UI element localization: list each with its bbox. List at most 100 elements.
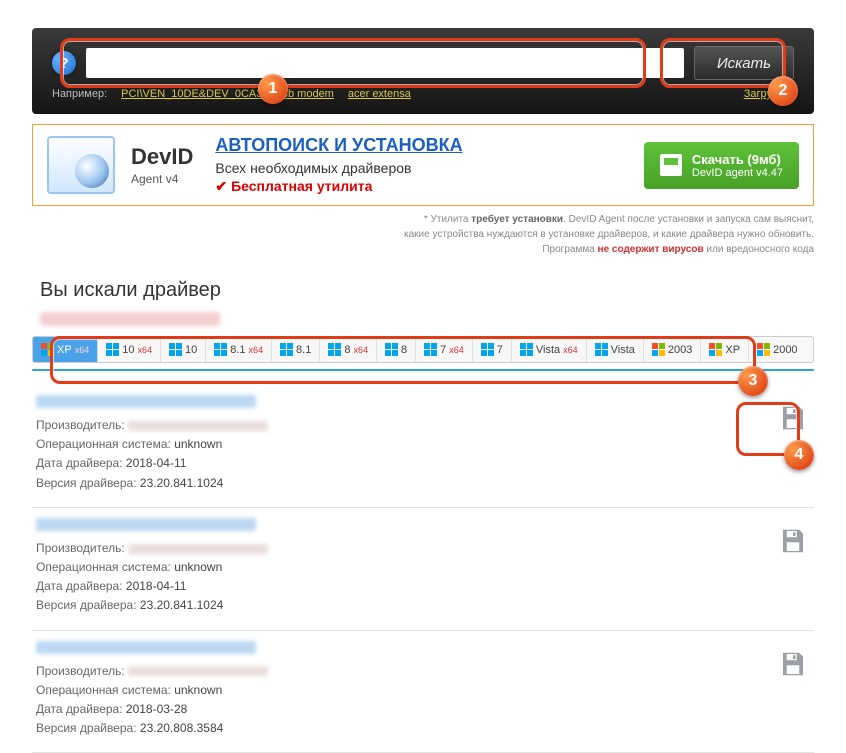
windows-icon [709, 343, 722, 356]
label-os: Операционная система: [36, 437, 171, 451]
windows-icon [757, 343, 770, 356]
label-version: Версия драйвера: [36, 721, 137, 735]
manufacturer-redacted [128, 666, 268, 676]
value-os: unknown [174, 437, 222, 451]
example-link-1[interactable]: PCI\VEN_10DE&DEV_0CA3 [121, 88, 262, 100]
search-bar: ? Искать Например: PCI\VEN_10DE&DEV_0CA3… [32, 28, 814, 114]
os-tab-label: 8 [401, 344, 407, 356]
os-tab-7-x64[interactable]: 7x64 [416, 337, 473, 362]
value-date: 2018-04-11 [126, 579, 187, 593]
autosearch-link[interactable]: АВТОПОИСК И УСТАНОВКА [215, 135, 462, 155]
x64-badge: x64 [137, 345, 152, 355]
os-tab-label: 7 [497, 344, 503, 356]
result-item: Производитель: Операционная система: unk… [32, 385, 814, 508]
os-tab-xp-x64[interactable]: XPx64 [33, 337, 98, 362]
os-tab-label: 10 [122, 344, 134, 356]
windows-icon [214, 343, 227, 356]
windows-icon [424, 343, 437, 356]
os-tab-8-x64[interactable]: 8x64 [320, 337, 377, 362]
x64-badge: x64 [353, 345, 368, 355]
os-tab-8.1[interactable]: 8.1 [272, 337, 320, 362]
promo-desc: Всех необходимых драйверов [215, 160, 462, 176]
search-query-redacted [40, 312, 220, 326]
download-size: Скачать (9мб) [692, 152, 783, 167]
promo-title: DevID [131, 144, 193, 170]
tabs-underline [32, 369, 814, 371]
promo-free: ✔Бесплатная утилита [215, 178, 462, 195]
example-label: Например: [52, 88, 107, 100]
os-tab-vista[interactable]: Vista [587, 337, 644, 362]
promo-banner: DevID Agent v4 АВТОПОИСК И УСТАНОВКА Все… [32, 124, 814, 206]
os-tab-8[interactable]: 8 [377, 337, 416, 362]
os-tab-label: 2000 [773, 344, 797, 356]
windows-icon [385, 343, 398, 356]
os-tab-10-x64[interactable]: 10x64 [98, 337, 161, 362]
x64-badge: x64 [449, 345, 464, 355]
label-os: Операционная система: [36, 683, 171, 697]
x64-badge: x64 [249, 345, 264, 355]
os-tab-label: 8 [344, 344, 350, 356]
value-os: unknown [174, 560, 222, 574]
help-icon[interactable]: ? [52, 51, 76, 75]
label-manufacturer: Производитель: [36, 664, 125, 678]
windows-icon [280, 343, 293, 356]
windows-icon [481, 343, 494, 356]
download-version: DevID agent v4.47 [692, 167, 783, 179]
os-tab-label: 7 [440, 344, 446, 356]
os-tabs: XPx6410x64108.1x648.18x6487x647Vistax64V… [32, 336, 814, 363]
windows-icon [41, 343, 54, 356]
manufacturer-redacted [128, 421, 268, 431]
manufacturer-redacted [128, 544, 268, 554]
search-button[interactable]: Искать [694, 46, 794, 80]
os-tab-8.1-x64[interactable]: 8.1x64 [206, 337, 272, 362]
os-tab-label: Vista [536, 344, 560, 356]
os-tab-2000[interactable]: 2000 [749, 337, 805, 362]
os-tab-label: 8.1 [296, 344, 311, 356]
windows-icon [106, 343, 119, 356]
windows-icon [595, 343, 608, 356]
install-note: * Утилита требует установки. DevID Agent… [32, 212, 814, 257]
example-link-2[interactable]: usb modem [276, 88, 333, 100]
windows-icon [520, 343, 533, 356]
os-tab-vista-x64[interactable]: Vistax64 [512, 337, 587, 362]
os-tab-label: Vista [611, 344, 635, 356]
value-version: 23.20.841.1024 [140, 598, 223, 612]
value-version: 23.20.808.3584 [140, 721, 223, 735]
label-date: Дата драйвера: [36, 579, 123, 593]
os-tab-2003[interactable]: 2003 [644, 337, 701, 362]
result-title-redacted [36, 518, 256, 531]
os-tab-10[interactable]: 10 [161, 337, 206, 362]
value-version: 23.20.841.1024 [140, 476, 223, 490]
label-date: Дата драйвера: [36, 456, 123, 470]
os-tab-label: XP [725, 344, 740, 356]
windows-icon [169, 343, 182, 356]
devid-logo-icon [47, 136, 115, 194]
download-driver-button[interactable] [778, 403, 808, 433]
x64-badge: x64 [75, 345, 90, 355]
os-tab-xp[interactable]: XP [701, 337, 749, 362]
label-manufacturer: Производитель: [36, 418, 125, 432]
load-link[interactable]: Загрузить [744, 88, 794, 100]
windows-icon [328, 343, 341, 356]
os-tab-label: 10 [185, 344, 197, 356]
promo-subtitle: Agent v4 [131, 172, 193, 186]
os-tab-label: XP [57, 344, 72, 356]
download-driver-button[interactable] [778, 649, 808, 679]
os-tab-7[interactable]: 7 [473, 337, 512, 362]
windows-icon [652, 343, 665, 356]
download-driver-button[interactable] [778, 526, 808, 556]
label-version: Версия драйвера: [36, 598, 137, 612]
value-date: 2018-04-11 [126, 456, 187, 470]
label-date: Дата драйвера: [36, 702, 123, 716]
label-manufacturer: Производитель: [36, 541, 125, 555]
label-os: Операционная система: [36, 560, 171, 574]
value-os: unknown [174, 683, 222, 697]
save-icon [660, 154, 682, 176]
result-title-redacted [36, 395, 256, 408]
result-item: Производитель: Операционная система: unk… [32, 508, 814, 631]
example-link-3[interactable]: acer extensa [348, 88, 411, 100]
search-input[interactable] [86, 48, 684, 78]
result-item: Производитель: Операционная система: unk… [32, 631, 814, 753]
results-heading: Вы искали драйвер [40, 279, 814, 302]
download-agent-button[interactable]: Скачать (9мб) DevID agent v4.47 [644, 142, 799, 189]
